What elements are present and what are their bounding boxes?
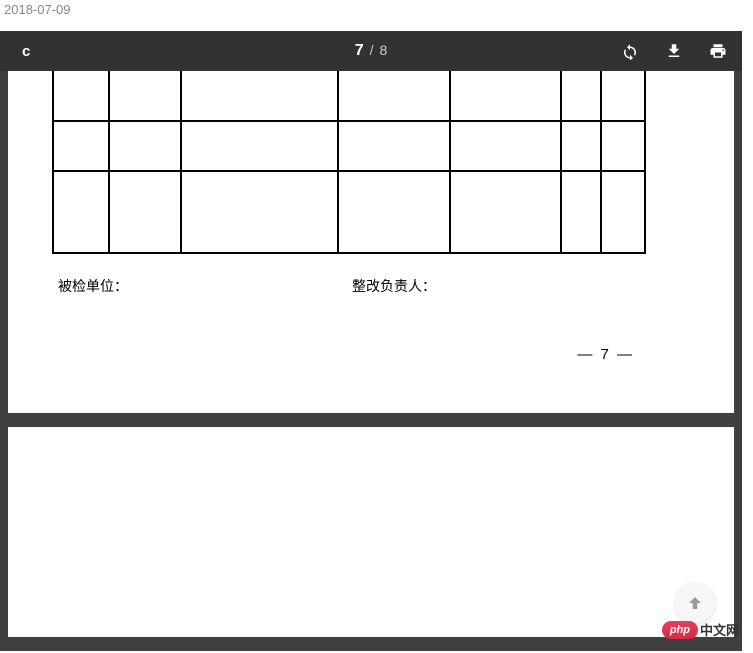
table-row xyxy=(53,121,645,171)
inspected-unit-label: 被检单位： xyxy=(52,276,352,296)
page-separator: / xyxy=(370,42,374,58)
watermark[interactable]: php 中文网 xyxy=(662,620,739,639)
page-indicator: 7 / 8 xyxy=(355,42,388,60)
toolbar-actions xyxy=(620,41,728,61)
table-row xyxy=(53,71,645,121)
viewer-toolbar: c 7 / 8 xyxy=(0,31,742,71)
arrow-up-icon xyxy=(686,594,704,612)
scroll-top-button[interactable] xyxy=(675,583,715,623)
page-footer-number: — 7 — xyxy=(577,346,634,363)
page-date: 2018-07-09 xyxy=(0,0,753,19)
print-button[interactable] xyxy=(708,41,728,61)
pages-area[interactable]: 被检单位： 整改负责人： — 7 — xyxy=(0,71,742,651)
watermark-text: 中文网 xyxy=(700,620,739,639)
signature-row: 被检单位： 整改负责人： xyxy=(52,276,690,296)
rotate-icon xyxy=(621,42,639,60)
download-icon xyxy=(665,42,683,60)
responsible-person-label: 整改负责人： xyxy=(352,276,436,296)
document-title: c xyxy=(0,43,30,60)
page-8 xyxy=(8,427,734,637)
watermark-brand: php xyxy=(662,621,698,639)
table-row xyxy=(53,171,645,253)
current-page-number: 7 xyxy=(355,42,364,60)
download-button[interactable] xyxy=(664,41,684,61)
rotate-button[interactable] xyxy=(620,41,640,61)
page-7: 被检单位： 整改负责人： — 7 — xyxy=(8,71,734,413)
total-pages: 8 xyxy=(380,42,388,58)
inspection-table xyxy=(52,71,646,254)
print-icon xyxy=(709,42,727,60)
pdf-viewer: c 7 / 8 xyxy=(0,31,742,651)
